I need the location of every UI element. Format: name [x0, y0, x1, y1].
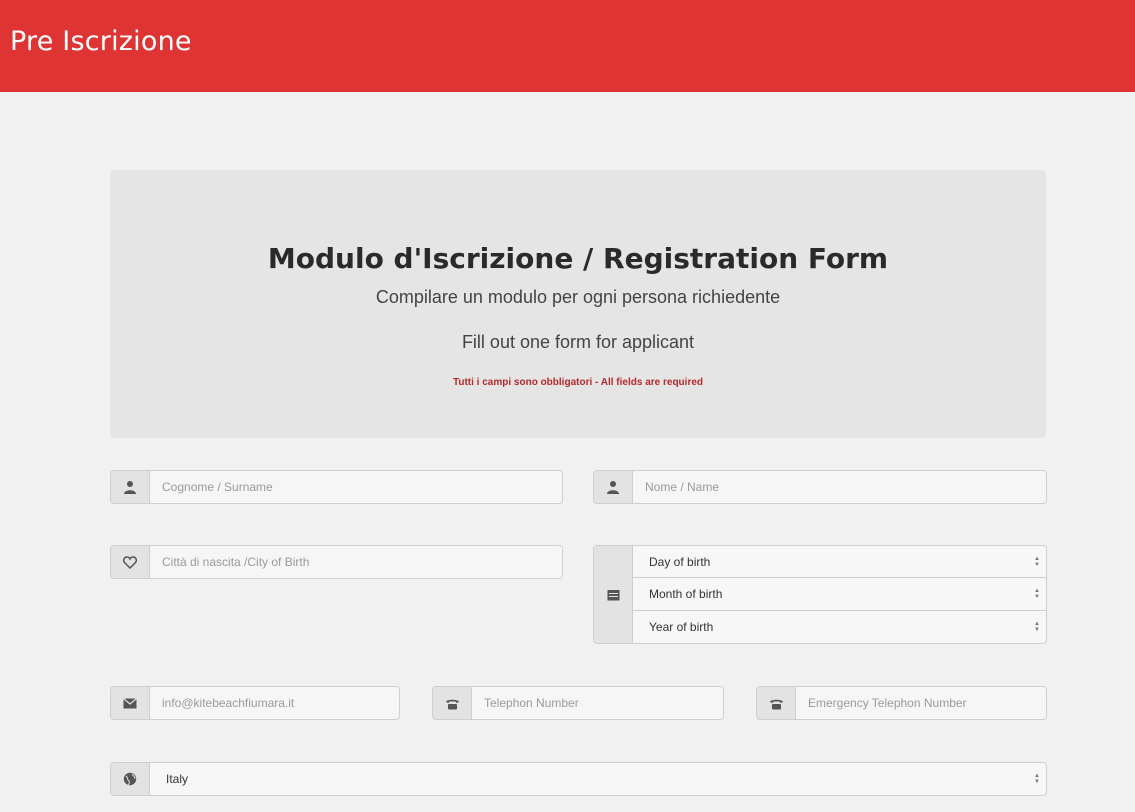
year-of-birth-select[interactable]: Year of birth ▲ ▼	[633, 610, 1046, 643]
required-fields-note: Tutti i campi sono obbligatori - All fie…	[452, 377, 704, 388]
phone-icon	[757, 687, 796, 719]
select-arrows-icon: ▲ ▼	[1034, 620, 1040, 633]
subtitle-english: Fill out one form for applicant	[461, 332, 695, 352]
birth-city-input[interactable]	[150, 546, 562, 578]
select-arrows-icon: ▲ ▼	[1034, 555, 1040, 568]
date-of-birth-group: Day of birth ▲ ▼ Month of birth ▲ ▼ Year o…	[593, 545, 1047, 644]
top-bar: Pre Iscrizione	[0, 0, 1135, 92]
country-group: Italy ▲ ▼	[110, 762, 1047, 796]
telephone-group	[432, 686, 724, 720]
telephone-input[interactable]	[472, 687, 723, 719]
month-of-birth-value: Month of birth	[649, 587, 723, 602]
subtitle-italian: Compilare un modulo per ogni persona ric…	[375, 287, 781, 307]
year-of-birth-value: Year of birth	[649, 619, 714, 634]
day-of-birth-value: Day of birth	[649, 554, 711, 569]
surname-group	[110, 470, 563, 504]
emergency-telephone-input[interactable]	[796, 687, 1046, 719]
country-select[interactable]: Italy ▲ ▼	[150, 763, 1046, 795]
name-input[interactable]	[633, 471, 1046, 503]
email-input[interactable]	[150, 687, 399, 719]
month-of-birth-select[interactable]: Month of birth ▲ ▼	[633, 578, 1046, 611]
user-icon	[594, 471, 633, 503]
globe-icon	[111, 763, 150, 795]
page-title: Pre Iscrizione	[10, 26, 192, 57]
select-arrows-icon: ▲ ▼	[1034, 773, 1040, 785]
phone-icon	[433, 687, 472, 719]
select-arrows-icon: ▲ ▼	[1034, 588, 1040, 601]
day-of-birth-select[interactable]: Day of birth ▲ ▼	[633, 546, 1046, 579]
country-value: Italy	[166, 772, 189, 786]
heart-icon	[111, 546, 150, 578]
calendar-icon	[594, 546, 633, 643]
email-group	[110, 686, 400, 720]
birth-city-group	[110, 545, 563, 579]
registration-jumbotron: Modulo d'Iscrizione / Registration Form …	[110, 170, 1046, 438]
form-title: Modulo d'Iscrizione / Registration Form	[267, 242, 889, 275]
envelope-icon	[111, 687, 150, 719]
user-icon	[111, 471, 150, 503]
emergency-telephone-group	[756, 686, 1047, 720]
name-group	[593, 470, 1047, 504]
surname-input[interactable]	[150, 471, 562, 503]
